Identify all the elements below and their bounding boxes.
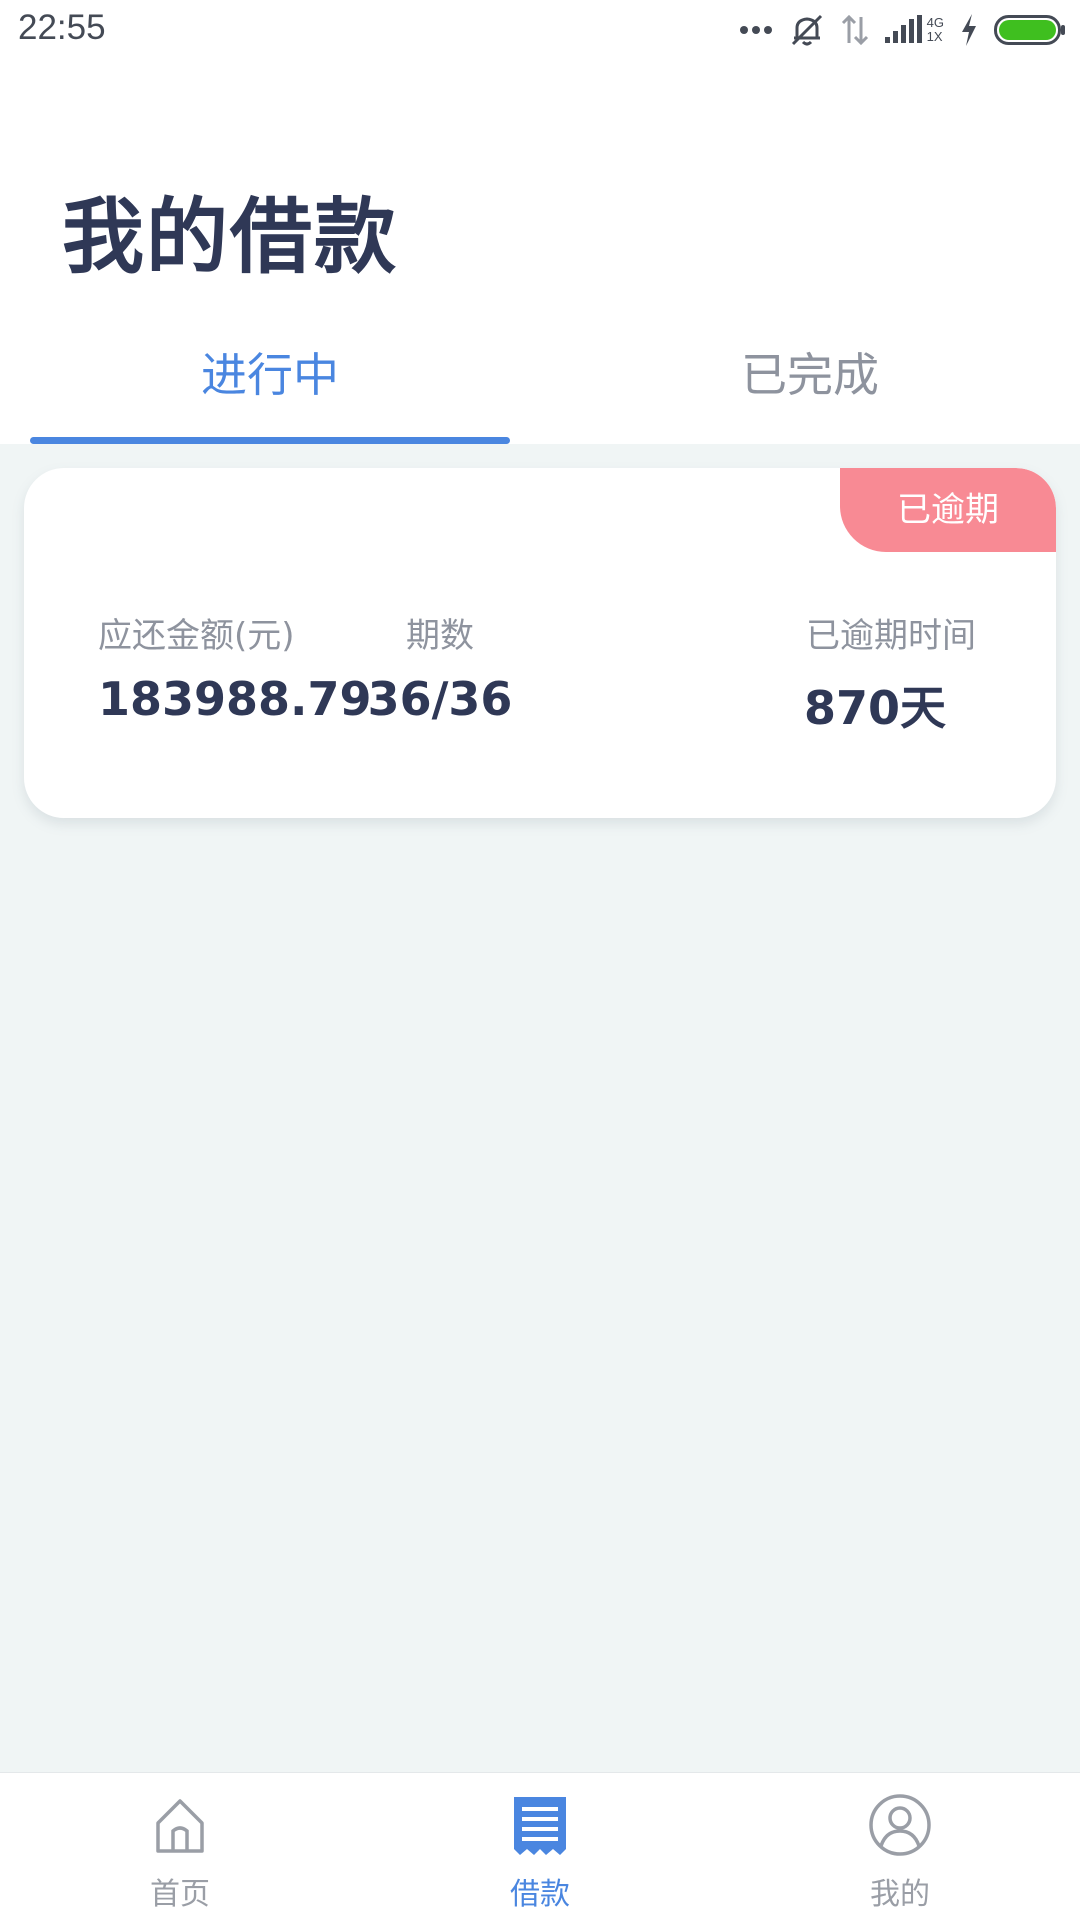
network-type-top: 4G	[926, 15, 944, 30]
battery-icon	[994, 15, 1065, 45]
status-icons: 4G 1X	[739, 10, 1066, 50]
header-area: 22:55 4G 1X 我的借款 进行中 已完成	[0, 0, 1080, 444]
status-bar: 22:55 4G 1X	[0, 0, 1080, 64]
signal-icon	[884, 15, 922, 43]
amount-due-label: 应还金额(元)	[98, 616, 295, 656]
nav-loan[interactable]: 借款	[460, 1773, 620, 1920]
user-icon	[869, 1794, 931, 1856]
tab-in-progress[interactable]: 进行中	[0, 345, 540, 405]
signal-indicator: 4G 1X	[884, 15, 944, 45]
receipt-icon	[514, 1797, 566, 1855]
nav-mine[interactable]: 我的	[820, 1773, 980, 1920]
more-dots-icon	[739, 26, 772, 34]
loan-card[interactable]: 已逾期 应还金额(元) 183988.79 期数 36/36 已逾期时间 870…	[24, 468, 1056, 818]
data-arrows-icon	[841, 14, 868, 46]
status-time: 22:55	[18, 8, 106, 47]
nav-home-label: 首页	[150, 1877, 210, 1912]
overdue-badge: 已逾期	[840, 468, 1056, 552]
page-title: 我的借款	[62, 190, 399, 285]
installments-value: 36/36	[367, 672, 513, 726]
charging-icon	[962, 14, 976, 46]
amount-due-value: 183988.79	[98, 672, 372, 726]
bottom-nav: 首页 借款 我的	[0, 1772, 1080, 1920]
mute-icon	[791, 14, 822, 46]
active-tab-indicator	[30, 437, 510, 444]
network-type-bottom: 1X	[926, 29, 943, 44]
nav-home[interactable]: 首页	[100, 1773, 260, 1920]
nav-loan-label: 借款	[510, 1877, 570, 1912]
installments-label: 期数	[406, 616, 474, 656]
nav-mine-label: 我的	[870, 1877, 930, 1912]
overdue-time-value: 870天	[804, 681, 947, 735]
tab-completed[interactable]: 已完成	[540, 345, 1080, 405]
overdue-time-label: 已逾期时间	[806, 616, 976, 656]
app-screen: 22:55 4G 1X 我的借款 进行中 已完成 已逾期 应还金额(元) 183…	[0, 0, 1080, 1920]
home-icon	[156, 1799, 204, 1853]
